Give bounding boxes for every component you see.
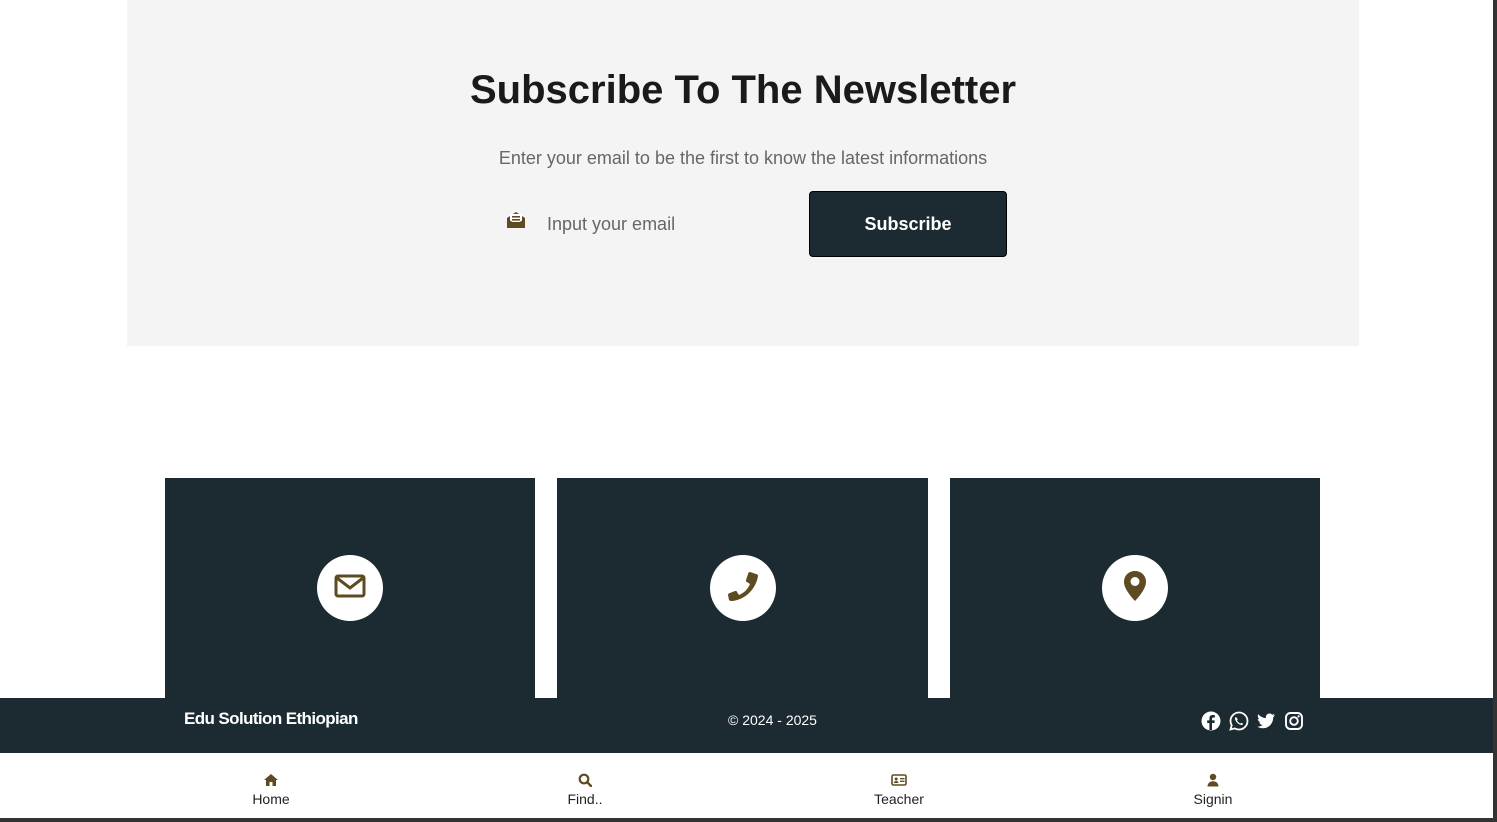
newsletter-section: Subscribe To The Newsletter Enter your e… xyxy=(127,0,1359,346)
contact-card-email xyxy=(165,478,535,698)
id-card-icon xyxy=(839,773,959,787)
twitter-icon[interactable] xyxy=(1256,711,1276,731)
facebook-icon[interactable] xyxy=(1201,711,1221,731)
nav-teacher-label: Teacher xyxy=(874,791,924,807)
newsletter-subtitle: Enter your email to be the first to know… xyxy=(498,148,988,168)
home-icon xyxy=(211,773,331,787)
whatsapp-icon[interactable] xyxy=(1229,711,1249,731)
window-right-border xyxy=(1493,0,1497,822)
instagram-icon[interactable] xyxy=(1284,711,1304,731)
email-circle xyxy=(317,555,383,621)
nav-teacher[interactable]: Teacher xyxy=(839,773,959,809)
nav-find-label: Find.. xyxy=(567,791,603,807)
phone-icon xyxy=(727,570,759,607)
nav-signin-label: Signin xyxy=(1193,791,1233,807)
nav-signin[interactable]: Signin xyxy=(1153,773,1273,809)
location-circle xyxy=(1102,555,1168,621)
user-icon xyxy=(1153,773,1273,787)
phone-circle xyxy=(710,555,776,621)
nav-home[interactable]: Home xyxy=(211,773,331,809)
envelope-icon xyxy=(334,574,366,603)
bottom-navigation: Home Find.. Teacher Signin xyxy=(0,753,1493,818)
search-icon xyxy=(525,773,645,787)
subscribe-button[interactable]: Subscribe xyxy=(809,191,1007,257)
envelope-open-icon xyxy=(505,209,527,231)
newsletter-title: Subscribe To The Newsletter xyxy=(469,68,1017,112)
email-input[interactable] xyxy=(547,207,787,241)
email-field-wrapper xyxy=(127,191,1359,257)
contact-card-location xyxy=(950,478,1320,698)
footer-bar: Edu Solution Ethiopian © 2024 - 2025 xyxy=(0,698,1493,753)
map-marker-icon xyxy=(1123,570,1147,607)
window-bottom-border xyxy=(0,818,1497,822)
nav-home-label: Home xyxy=(252,791,290,807)
nav-find[interactable]: Find.. xyxy=(525,773,645,809)
contact-card-phone xyxy=(557,478,928,698)
